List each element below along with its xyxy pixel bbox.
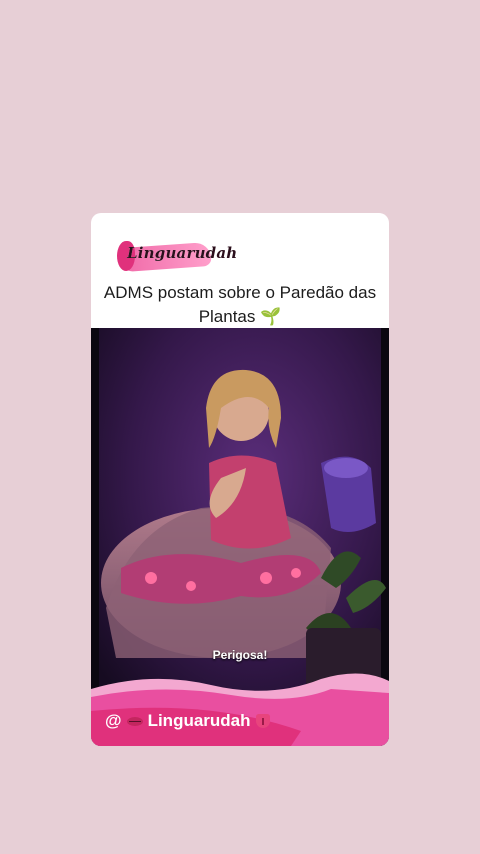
video-subtitle: Perigosa! (212, 648, 268, 662)
account-handle[interactable]: @ Linguarudah (105, 711, 270, 731)
sprout-icon: 🌱 (260, 307, 282, 326)
brand-logo: Linguarudah (117, 241, 237, 273)
handle-name: Linguarudah (147, 711, 251, 730)
brand-logo-text: Linguarudah (127, 244, 238, 262)
video-frame[interactable]: Perigosa! @ Linguarudah (91, 328, 389, 746)
tongue-icon (255, 714, 270, 728)
post-headline: ADMS postam sobre o Paredão das Plantas … (103, 281, 377, 329)
handle-prefix: @ (105, 711, 122, 730)
post-card: Linguarudah ADMS postam sobre o Paredão … (91, 213, 389, 746)
headline-text: ADMS postam sobre o Paredão das Plantas (103, 283, 377, 326)
brand-bar (91, 673, 389, 746)
lips-icon (126, 716, 143, 726)
